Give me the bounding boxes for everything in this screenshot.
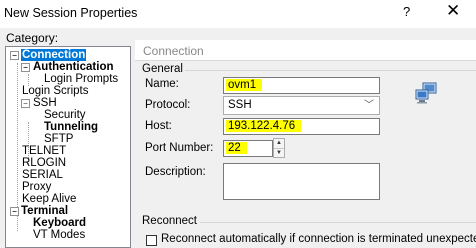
tree-item-vt-modes[interactable]: VT Modes <box>33 229 85 241</box>
general-group-label: General <box>142 63 183 75</box>
chevron-up-icon[interactable]: ▲ <box>274 139 284 149</box>
tree-item-keyboard[interactable]: Keyboard <box>33 217 86 229</box>
collapse-icon[interactable]: − <box>10 207 19 216</box>
tree-item-rlogin[interactable]: RLOGIN <box>22 157 66 169</box>
tree-item-tunneling[interactable]: Tunneling <box>44 121 98 133</box>
tree-item-login-scripts[interactable]: Login Scripts <box>22 85 88 97</box>
tree-item-sftp[interactable]: SFTP <box>44 133 73 145</box>
category-label: Category: <box>6 31 59 45</box>
group-divider <box>200 222 476 223</box>
chevron-down-icon: ﹀ <box>364 100 374 111</box>
protocol-select[interactable]: SSH ﹀ <box>223 96 380 115</box>
tree-item-telnet[interactable]: TELNET <box>22 145 66 157</box>
window-title: New Session Properties <box>4 6 138 20</box>
description-label: Description: <box>145 166 206 178</box>
collapse-icon[interactable]: − <box>21 63 30 72</box>
port-label: Port Number: <box>145 142 214 154</box>
panel-header: Connection <box>135 40 476 61</box>
panel-title: Connection <box>143 44 204 58</box>
connection-panel: Connection General Reconnect <box>135 40 476 241</box>
tree-item-serial[interactable]: SERIAL <box>22 169 63 181</box>
reconnect-group-label: Reconnect <box>142 215 197 227</box>
tree-item-login-prompts[interactable]: Login Prompts <box>44 73 118 85</box>
close-button[interactable]: ✕ <box>446 1 460 21</box>
collapse-icon[interactable]: − <box>21 99 30 108</box>
protocol-label: Protocol: <box>145 99 191 111</box>
tree-item-keep-alive[interactable]: Keep Alive <box>22 193 76 205</box>
port-field[interactable]: 22 <box>223 140 273 157</box>
chevron-down-icon[interactable]: ▼ <box>274 149 284 158</box>
host-field[interactable]: 193.122.4.76 <box>223 118 380 135</box>
description-field[interactable] <box>223 163 380 200</box>
port-spinner[interactable]: ▲ ▼ <box>273 138 285 158</box>
category-tree[interactable]: − Connection − Authentication Login Prom… <box>5 46 131 248</box>
computer-network-icon <box>415 82 437 104</box>
tree-guide-line <box>17 63 18 231</box>
tree-item-proxy[interactable]: Proxy <box>22 181 51 193</box>
host-label: Host: <box>145 120 172 132</box>
tree-item-security[interactable]: Security <box>44 109 86 121</box>
collapse-icon[interactable]: − <box>10 51 19 60</box>
group-divider <box>185 70 476 71</box>
reconnect-checkbox-label[interactable]: Reconnect automatically if connection is… <box>161 233 476 245</box>
name-field[interactable]: ovm1 <box>223 77 380 94</box>
name-label: Name: <box>145 78 179 90</box>
title-bar: New Session Properties ? ✕ <box>0 0 476 28</box>
help-button[interactable]: ? <box>403 4 410 19</box>
